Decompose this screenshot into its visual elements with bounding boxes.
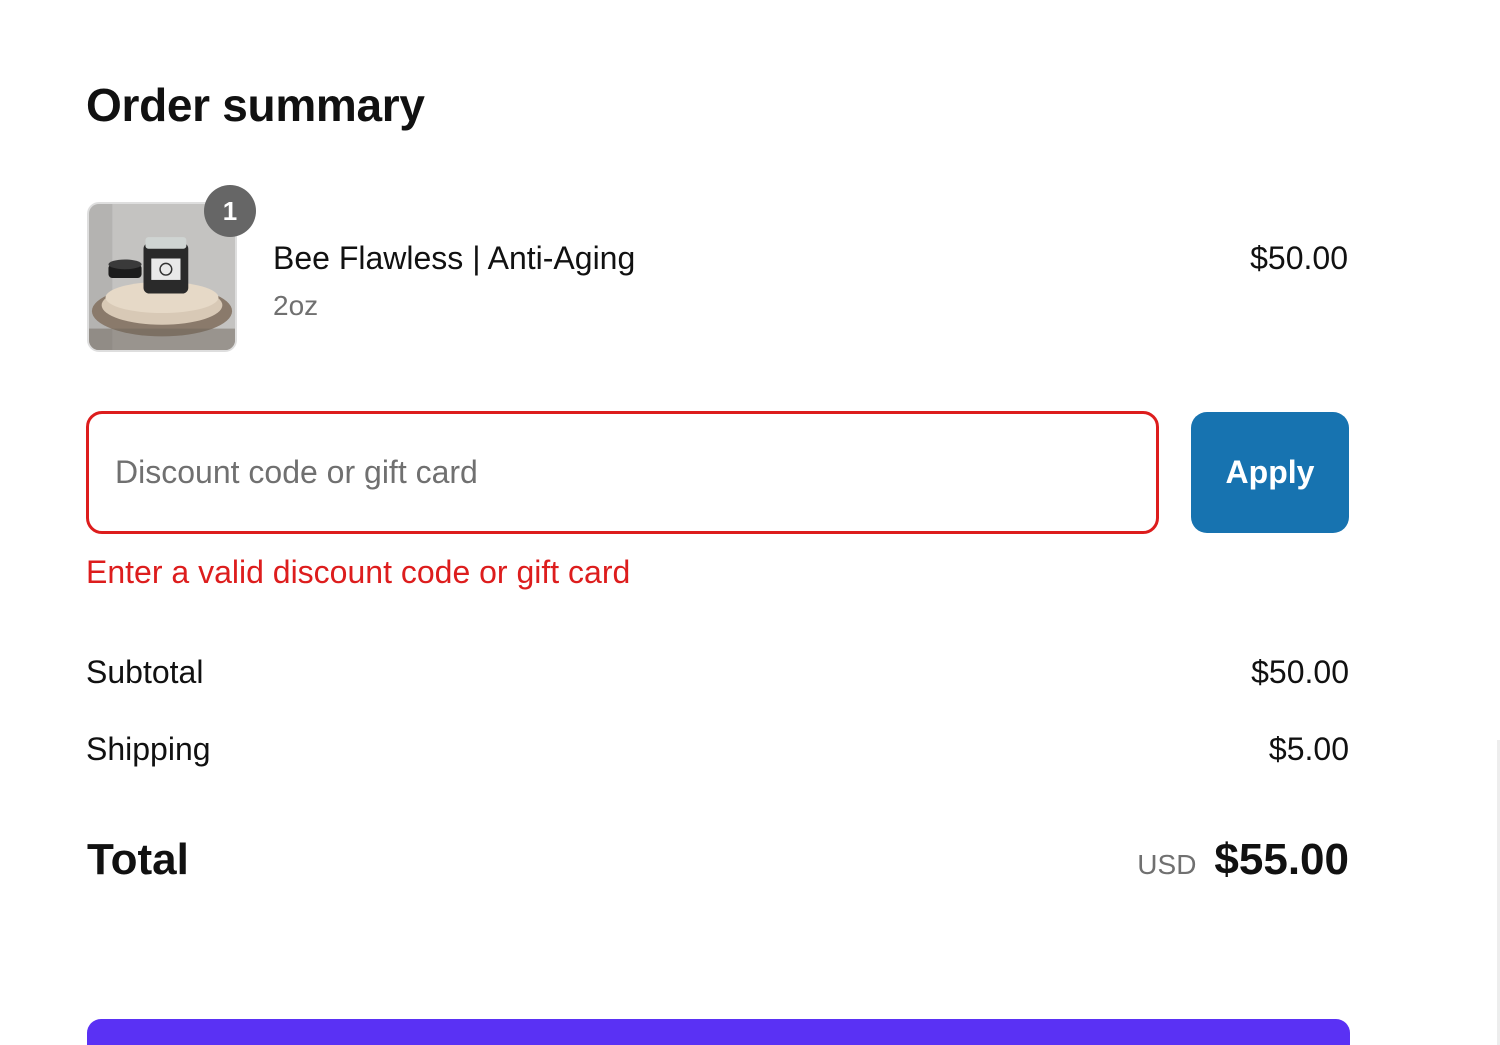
total-amount: USD $55.00 [1137, 835, 1349, 885]
discount-error-message: Enter a valid discount code or gift card [86, 554, 631, 590]
shipping-value: $5.00 [1268, 731, 1349, 767]
subtotal-label: Subtotal [86, 654, 204, 690]
product-variant: 2oz [273, 290, 319, 321]
currency-code: USD [1137, 849, 1197, 880]
total-label: Total [87, 835, 189, 884]
page-title: Order summary [86, 79, 425, 131]
apply-discount-button[interactable]: Apply [1191, 412, 1349, 533]
discount-field [86, 411, 1159, 534]
quantity-badge: 1 [204, 185, 256, 237]
product-name: Bee Flawless | Anti-Aging [273, 240, 636, 276]
pay-button[interactable] [87, 1019, 1350, 1045]
shipping-label: Shipping [86, 731, 211, 767]
subtotal-value: $50.00 [1251, 654, 1349, 690]
product-price: $50.00 [1250, 240, 1348, 276]
checkout-order-summary: Order summary 1 Bee Flawless | Anti-Agin… [0, 0, 1500, 1045]
total-value: $55.00 [1214, 835, 1349, 884]
discount-code-input[interactable] [115, 414, 1125, 531]
